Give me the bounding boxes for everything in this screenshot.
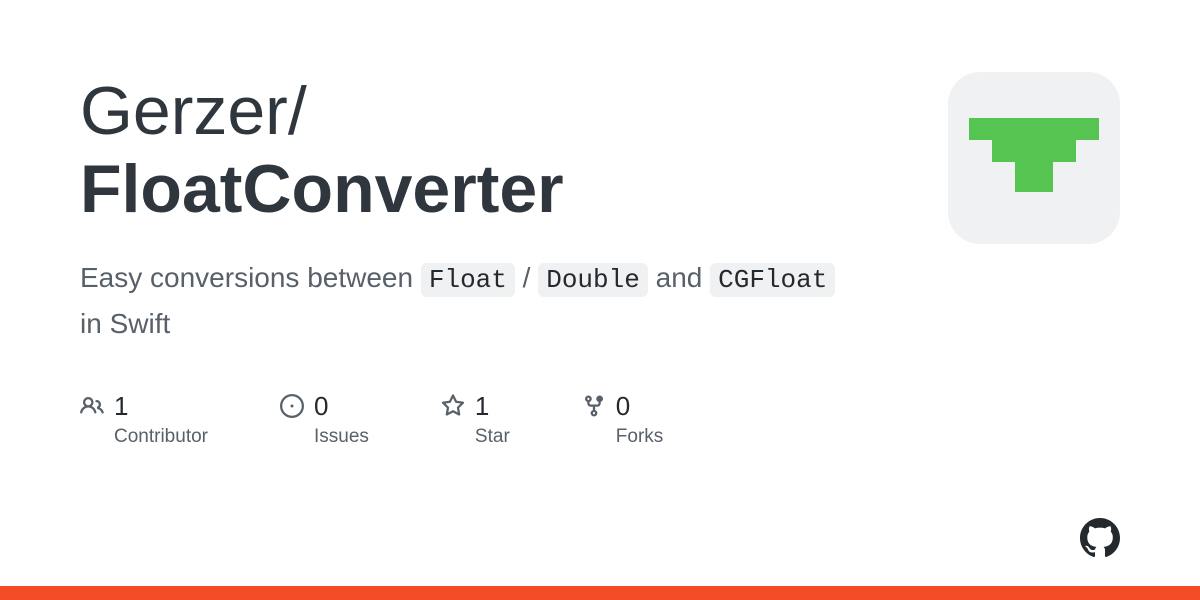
title-separator: / bbox=[288, 73, 307, 149]
issue-icon bbox=[280, 394, 304, 418]
stat-stars[interactable]: 1 Star bbox=[441, 391, 510, 448]
code-double: Double bbox=[538, 263, 648, 297]
repo-title: Gerzer/ FloatConverter bbox=[80, 72, 860, 228]
stars-value: 1 bbox=[475, 391, 489, 422]
desc-sep: / bbox=[515, 262, 538, 293]
stat-issues[interactable]: 0 Issues bbox=[280, 391, 369, 448]
owner-name[interactable]: Gerzer bbox=[80, 73, 288, 149]
repo-info: Gerzer/ FloatConverter Easy conversions … bbox=[80, 72, 860, 448]
contributors-label: Contributor bbox=[114, 426, 208, 448]
forks-value: 0 bbox=[616, 391, 630, 422]
code-cgfloat: CGFloat bbox=[710, 263, 835, 297]
repo-description: Easy conversions between Float / Double … bbox=[80, 256, 860, 346]
issues-value: 0 bbox=[314, 391, 328, 422]
stat-contributors[interactable]: 1 Contributor bbox=[80, 391, 208, 448]
issues-label: Issues bbox=[314, 426, 369, 448]
language-bar bbox=[0, 586, 1200, 600]
fork-icon bbox=[582, 394, 606, 418]
stars-label: Star bbox=[475, 426, 510, 448]
desc-suffix: in Swift bbox=[80, 308, 170, 339]
people-icon bbox=[80, 394, 104, 418]
code-float: Float bbox=[421, 263, 515, 297]
contributors-value: 1 bbox=[114, 391, 128, 422]
repo-name[interactable]: FloatConverter bbox=[80, 150, 860, 228]
forks-label: Forks bbox=[616, 426, 664, 448]
repo-card: Gerzer/ FloatConverter Easy conversions … bbox=[0, 0, 1200, 448]
github-logo-icon[interactable] bbox=[1080, 518, 1120, 558]
desc-text: Easy conversions between bbox=[80, 262, 421, 293]
repo-avatar bbox=[948, 72, 1120, 244]
avatar-funnel-icon bbox=[969, 118, 1099, 198]
desc-mid: and bbox=[648, 262, 710, 293]
stat-forks[interactable]: 0 Forks bbox=[582, 391, 664, 448]
repo-stats: 1 Contributor 0 Issues 1 Star bbox=[80, 391, 860, 448]
star-icon bbox=[441, 394, 465, 418]
